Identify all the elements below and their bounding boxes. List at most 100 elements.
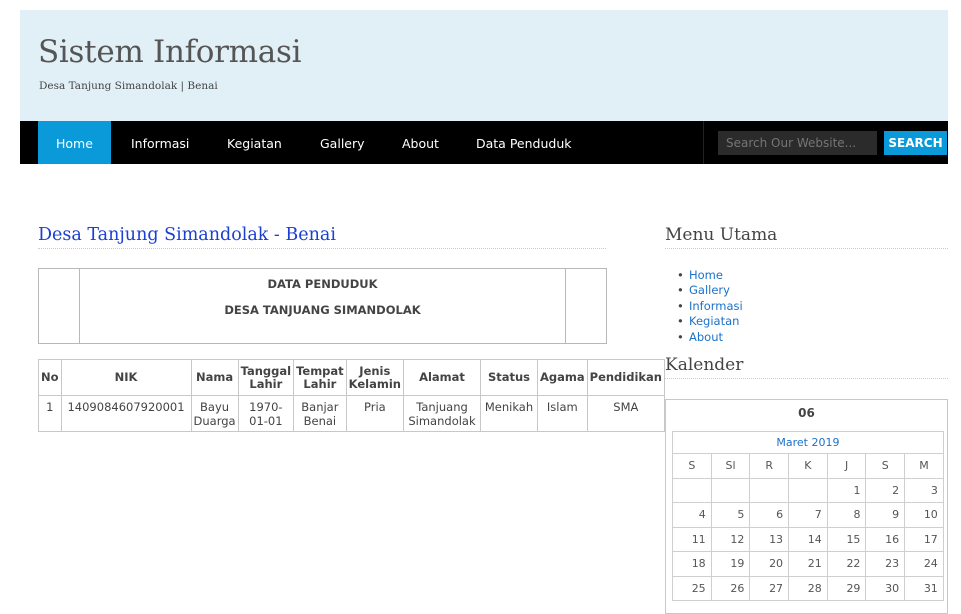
calendar-day-cell: 29	[826, 575, 867, 601]
sidebar-item-about[interactable]: About	[677, 330, 743, 345]
calendar-day-cell: 26	[710, 575, 751, 601]
sidebar-menu: Home Gallery Informasi Kegiatan About	[677, 268, 743, 345]
calendar-day-cell: 10	[904, 502, 944, 528]
box-subheading: DESA TANJUANG SIMANDOLAK	[224, 303, 421, 317]
nav-item-about[interactable]: About	[384, 121, 457, 164]
calendar-day-cell: 18	[672, 551, 712, 577]
weekday-label: J	[826, 453, 867, 479]
divider	[565, 269, 566, 343]
col-header-jenis-kelamin: Jenis Kelamin	[345, 359, 405, 396]
site-description: Desa Tanjung Simandolak | Benai	[39, 80, 218, 92]
calendar-day-cell: 9	[865, 502, 906, 528]
calendar-week-row: 123	[672, 477, 944, 503]
page-title[interactable]: Desa Tanjung Simandolak - Benai	[38, 225, 606, 249]
weekday-label: M	[904, 453, 944, 479]
cell-nik: 1409084607920001	[60, 395, 192, 432]
cell-pendidikan: SMA	[586, 395, 666, 432]
calendar-day-cell: 13	[749, 526, 790, 552]
cell-alamat: Tanjuang Simandolak	[403, 395, 481, 432]
calendar-day-cell: 1	[826, 477, 867, 503]
col-header-tempat-lahir: Tempat Lahir	[293, 359, 347, 396]
calendar-day-cell	[672, 477, 712, 503]
calendar-day-cell: 22	[826, 551, 867, 577]
col-header-status: Status	[480, 359, 538, 396]
calendar-day-cell: 2	[865, 477, 906, 503]
nav-item-data-penduduk[interactable]: Data Penduduk	[458, 121, 589, 164]
cell-nama: Bayu Duarga	[190, 395, 239, 432]
calendar-table: Maret 2019 S Sl R K J S M 1 2 3 4 5 6 7 8 9 10 11 1…	[672, 431, 944, 601]
sidebar-item-kegiatan[interactable]: Kegiatan	[677, 314, 743, 329]
calendar-day-cell: 31	[904, 575, 944, 601]
calendar-day-cell: 24	[904, 551, 944, 577]
col-header-nama: Nama	[190, 359, 239, 396]
box-heading: DATA PENDUDUK	[267, 277, 378, 291]
calendar-day-cell: 17	[904, 526, 944, 552]
population-table: No NIK Nama Tanggal Lahir Tempat Lahir J…	[38, 359, 666, 432]
calendar-day-cell: 11	[672, 526, 712, 552]
table-header-row: No NIK Nama Tanggal Lahir Tempat Lahir J…	[38, 359, 666, 396]
cell-status: Menikah	[480, 395, 538, 432]
calendar-day-cell: 3	[904, 477, 944, 503]
calendar-days: 1 2 3 4 5 6 7 8 9 10 11 12 13 14 15 16 17 18 19 20 21 22 23 24 2…	[672, 477, 944, 601]
weekday-label: R	[749, 453, 790, 479]
calendar-day-cell: 5	[710, 502, 751, 528]
nav-item-gallery[interactable]: Gallery	[302, 121, 383, 164]
calendar-day-cell: 15	[826, 526, 867, 552]
table-row: 1 1409084607920001 Bayu Duarga 1970-01-0…	[38, 395, 666, 432]
weekday-label: S	[865, 453, 906, 479]
weekday-label: S	[672, 453, 712, 479]
nav-item-kegiatan[interactable]: Kegiatan	[209, 121, 300, 164]
calendar-day-cell: 21	[788, 551, 828, 577]
calendar-day-cell: 25	[672, 575, 712, 601]
cell-tanggal-lahir: 1970-01-01	[237, 395, 295, 432]
calendar-day-cell: 27	[749, 575, 790, 601]
sidebar-item-gallery[interactable]: Gallery	[677, 283, 743, 298]
cell-agama: Islam	[537, 395, 588, 432]
calendar-day-cell: 16	[865, 526, 906, 552]
site-title[interactable]: Sistem Informasi	[38, 34, 301, 70]
col-header-agama: Agama	[537, 359, 588, 396]
col-header-nik: NIK	[60, 359, 192, 396]
calendar-day-cell: 30	[865, 575, 906, 601]
cell-jenis-kelamin: Pria	[345, 395, 405, 432]
calendar-day-cell: 6	[749, 502, 790, 528]
calendar-day-cell	[710, 477, 751, 503]
weekday-label: Sl	[710, 453, 751, 479]
col-header-tanggal-lahir: Tanggal Lahir	[237, 359, 295, 396]
nav-item-informasi[interactable]: Informasi	[113, 121, 207, 164]
calendar-week-row: 18 19 20 21 22 23 24	[672, 551, 944, 577]
calendar-day-cell: 23	[865, 551, 906, 577]
calendar-current-day: 06	[798, 406, 815, 420]
calendar-day-cell: 4	[672, 502, 712, 528]
col-header-alamat: Alamat	[403, 359, 481, 396]
nav-item-home[interactable]: Home	[38, 121, 111, 164]
calendar-widget: 06 Maret 2019 S Sl R K J S M 1 2 3 4 5 6 7 8 9 10…	[665, 399, 948, 614]
cell-tempat-lahir: Banjar Benai	[293, 395, 347, 432]
kalender-heading: Kalender	[665, 355, 948, 379]
sidebar-item-home[interactable]: Home	[677, 268, 743, 283]
main-nav: Home Informasi Kegiatan Gallery About Da…	[20, 121, 948, 164]
calendar-day-cell	[749, 477, 790, 503]
site-header: Sistem Informasi Desa Tanjung Simandolak…	[20, 10, 948, 121]
sidebar-item-informasi[interactable]: Informasi	[677, 299, 743, 314]
calendar-week-row: 11 12 13 14 15 16 17	[672, 526, 944, 552]
calendar-day-cell: 12	[710, 526, 751, 552]
col-header-pendidikan: Pendidikan	[586, 359, 666, 396]
search-button[interactable]: SEARCH	[884, 131, 947, 155]
weekday-label: K	[788, 453, 828, 479]
cell-no: 1	[38, 395, 62, 432]
calendar-day-cell: 8	[826, 502, 867, 528]
calendar-day-cell: 19	[710, 551, 751, 577]
calendar-week-row: 4 5 6 7 8 9 10	[672, 502, 944, 528]
calendar-week-row: 25 26 27 28 29 30 31	[672, 575, 944, 601]
calendar-day-cell: 28	[788, 575, 828, 601]
calendar-day-cell: 14	[788, 526, 828, 552]
search-input[interactable]	[718, 131, 877, 155]
calendar-month: Maret 2019	[672, 431, 944, 454]
search-area: SEARCH	[703, 121, 948, 164]
menu-utama-heading: Menu Utama	[665, 225, 948, 249]
data-header-box: DATA PENDUDUK DESA TANJUANG SIMANDOLAK	[38, 268, 607, 344]
calendar-day-cell: 20	[749, 551, 790, 577]
calendar-day-cell	[788, 477, 828, 503]
calendar-weekday-row: S Sl R K J S M	[672, 453, 944, 479]
